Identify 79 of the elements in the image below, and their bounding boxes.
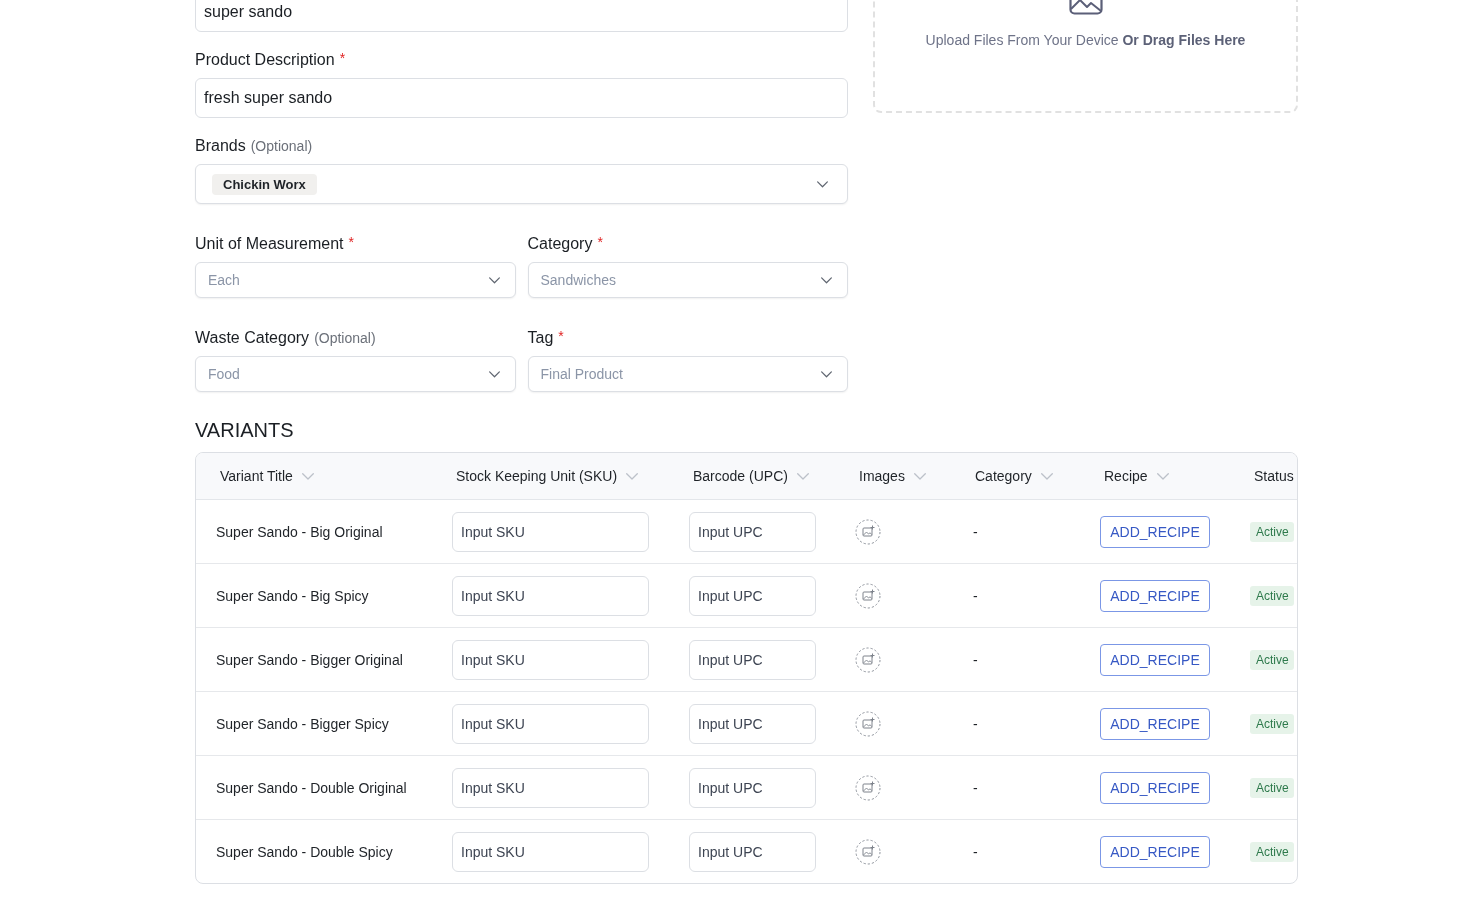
upload-instructions: Upload Files From Your Device Or Drag Files Here bbox=[925, 31, 1246, 49]
column-header: Barcode (UPC) bbox=[693, 468, 788, 484]
add-image-icon[interactable] bbox=[855, 646, 881, 673]
status-badge: Active bbox=[1250, 585, 1294, 606]
add-recipe-button[interactable]: ADD_RECIPE bbox=[1100, 771, 1210, 804]
upc-input[interactable]: Input UPC bbox=[689, 639, 816, 680]
category-value: - bbox=[972, 715, 978, 732]
chevron-down-icon bbox=[488, 370, 500, 378]
sku-input[interactable]: Input SKU bbox=[452, 639, 649, 680]
text-input[interactable]: super sando bbox=[195, 0, 848, 32]
sort-icon[interactable] bbox=[626, 472, 639, 480]
add-recipe-button[interactable]: ADD_RECIPE bbox=[1100, 835, 1210, 868]
variant-title: Super Sando - Double Original bbox=[216, 779, 407, 796]
sku-input[interactable]: Input SKU bbox=[452, 511, 649, 552]
column-header: Stock Keeping Unit (SKU) bbox=[456, 468, 618, 484]
variant-title: Super Sando - Big Spicy bbox=[216, 587, 369, 604]
add-recipe-button[interactable]: ADD_RECIPE bbox=[1100, 643, 1210, 676]
column-header: Status bbox=[1254, 468, 1294, 484]
sku-input[interactable]: Input SKU bbox=[452, 831, 649, 872]
add-recipe-button[interactable]: ADD_RECIPE bbox=[1100, 707, 1210, 740]
status-badge: Active bbox=[1250, 649, 1294, 670]
variant-title: Super Sando - Bigger Original bbox=[216, 651, 403, 668]
upc-input[interactable]: Input UPC bbox=[689, 767, 816, 808]
add-recipe-button[interactable]: ADD_RECIPE bbox=[1100, 515, 1210, 548]
column-header: Recipe bbox=[1104, 468, 1148, 484]
field-label: Waste Category bbox=[195, 328, 310, 348]
category-value: - bbox=[972, 523, 978, 540]
upc-input[interactable]: Input UPC bbox=[689, 575, 816, 616]
field-label: Brands bbox=[195, 136, 246, 156]
file-drop-zone[interactable]: Upload Files From Your Device Or Drag Files Here bbox=[873, 0, 1298, 113]
sku-input[interactable]: Input SKU bbox=[452, 575, 649, 616]
add-image-icon[interactable] bbox=[855, 838, 881, 865]
status-badge: Active bbox=[1250, 841, 1294, 862]
upc-input[interactable]: Input UPC bbox=[689, 511, 816, 552]
required-mark: * bbox=[348, 233, 354, 252]
variant-title: Super Sando - Big Original bbox=[216, 523, 383, 540]
chevron-down-icon bbox=[821, 276, 832, 284]
upc-input[interactable]: Input UPC bbox=[689, 831, 816, 872]
sort-icon[interactable] bbox=[913, 472, 926, 480]
add-image-icon[interactable] bbox=[855, 710, 881, 737]
field-label: Product Description bbox=[195, 50, 335, 70]
status-badge: Active bbox=[1250, 713, 1294, 734]
field-label: Tag bbox=[527, 328, 554, 348]
column-header: Images bbox=[859, 468, 905, 484]
category-value: - bbox=[972, 779, 978, 796]
field-label: Unit of Measurement bbox=[195, 234, 344, 254]
category-value: - bbox=[972, 651, 978, 668]
sort-icon[interactable] bbox=[1156, 472, 1169, 480]
category-value: - bbox=[972, 843, 978, 860]
sku-input[interactable]: Input SKU bbox=[452, 703, 649, 744]
add-image-icon[interactable] bbox=[855, 774, 881, 801]
section-heading: VARIANTS bbox=[195, 418, 295, 443]
sort-icon[interactable] bbox=[1040, 472, 1053, 480]
column-header: Category bbox=[975, 468, 1032, 484]
chevron-down-icon bbox=[821, 370, 832, 378]
sort-icon[interactable] bbox=[796, 472, 809, 480]
field-label: Category bbox=[527, 234, 593, 254]
required-mark: * bbox=[339, 49, 346, 68]
add-image-icon[interactable] bbox=[855, 582, 881, 609]
add-recipe-button[interactable]: ADD_RECIPE bbox=[1100, 579, 1210, 612]
required-mark: * bbox=[558, 327, 564, 346]
status-badge: Active bbox=[1250, 521, 1294, 542]
category-value: - bbox=[972, 587, 978, 604]
upc-input[interactable]: Input UPC bbox=[689, 703, 816, 744]
variant-title: Super Sando - Bigger Spicy bbox=[216, 715, 389, 732]
add-image-icon[interactable] bbox=[855, 518, 881, 545]
variant-title: Super Sando - Double Spicy bbox=[216, 843, 393, 860]
tag-chip: Chickin Worx bbox=[212, 173, 317, 195]
chevron-down-icon bbox=[817, 180, 828, 188]
sort-icon[interactable] bbox=[301, 472, 314, 480]
sku-input[interactable]: Input SKU bbox=[452, 767, 649, 808]
status-badge: Active bbox=[1250, 777, 1294, 798]
multi-select-dropdown[interactable]: Chickin Worx bbox=[195, 164, 848, 204]
optional-note: (Optional) bbox=[250, 137, 313, 156]
required-mark: * bbox=[597, 233, 603, 252]
chevron-down-icon bbox=[488, 276, 500, 284]
text-input[interactable]: fresh super sando bbox=[195, 78, 848, 118]
column-header: Variant Title bbox=[220, 468, 293, 484]
optional-note: (Optional) bbox=[314, 329, 376, 348]
